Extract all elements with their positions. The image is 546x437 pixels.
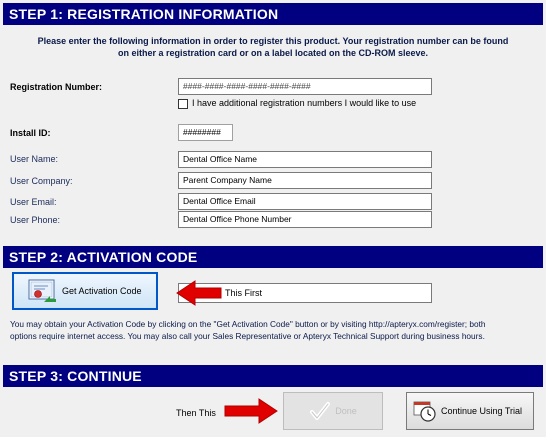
- certificate-icon: [28, 278, 58, 304]
- step2-header: STEP 2: ACTIVATION CODE: [3, 246, 543, 268]
- red-arrow-icon: [224, 398, 278, 424]
- clock-icon: [413, 399, 437, 423]
- activation-note-line-2: options require internet access. You may…: [10, 330, 485, 341]
- user-company-field[interactable]: Parent Company Name: [178, 172, 432, 189]
- continue-trial-label: Continue Using Trial: [441, 406, 523, 416]
- user-email-field[interactable]: Dental Office Email: [178, 193, 432, 210]
- user-phone-field[interactable]: Dental Office Phone Number: [178, 211, 432, 228]
- activation-note: You may obtain your Activation Code by c…: [10, 319, 538, 342]
- step3-header: STEP 3: CONTINUE: [3, 365, 543, 387]
- user-name-field[interactable]: Dental Office Name: [178, 151, 432, 168]
- user-name-label: User Name:: [10, 154, 59, 164]
- user-phone-label: User Phone:: [10, 215, 61, 225]
- done-button[interactable]: Done: [283, 392, 383, 430]
- additional-registration-label[interactable]: I have additional registration numbers I…: [192, 98, 416, 108]
- instructions-line-1: Please enter the following information i…: [37, 36, 509, 46]
- additional-registration-checkbox[interactable]: [178, 99, 188, 109]
- get-activation-code-label: Get Activation Code: [62, 286, 142, 296]
- user-email-label: User Email:: [10, 197, 57, 207]
- step1-header: STEP 1: REGISTRATION INFORMATION: [3, 3, 543, 25]
- get-activation-code-button[interactable]: Get Activation Code: [12, 272, 158, 310]
- activation-note-line-1: You may obtain your Activation Code by c…: [10, 319, 486, 329]
- step1-instructions: Please enter the following information i…: [10, 35, 536, 59]
- registration-number-field[interactable]: ####-####-####-####-####-####: [178, 78, 432, 95]
- install-id-label: Install ID:: [10, 128, 51, 138]
- annotation-then-this: Then This: [176, 408, 216, 418]
- instructions-line-2: on either a registration card or on a la…: [117, 48, 429, 58]
- checkmark-icon: [309, 400, 331, 422]
- continue-trial-button[interactable]: Continue Using Trial: [406, 392, 534, 430]
- annotation-this-first: This First: [225, 288, 262, 298]
- red-arrow-icon: [176, 280, 222, 306]
- done-label: Done: [335, 406, 357, 416]
- install-id-field: ########: [178, 124, 233, 141]
- user-company-label: User Company:: [10, 176, 73, 186]
- registration-number-label: Registration Number:: [10, 82, 103, 92]
